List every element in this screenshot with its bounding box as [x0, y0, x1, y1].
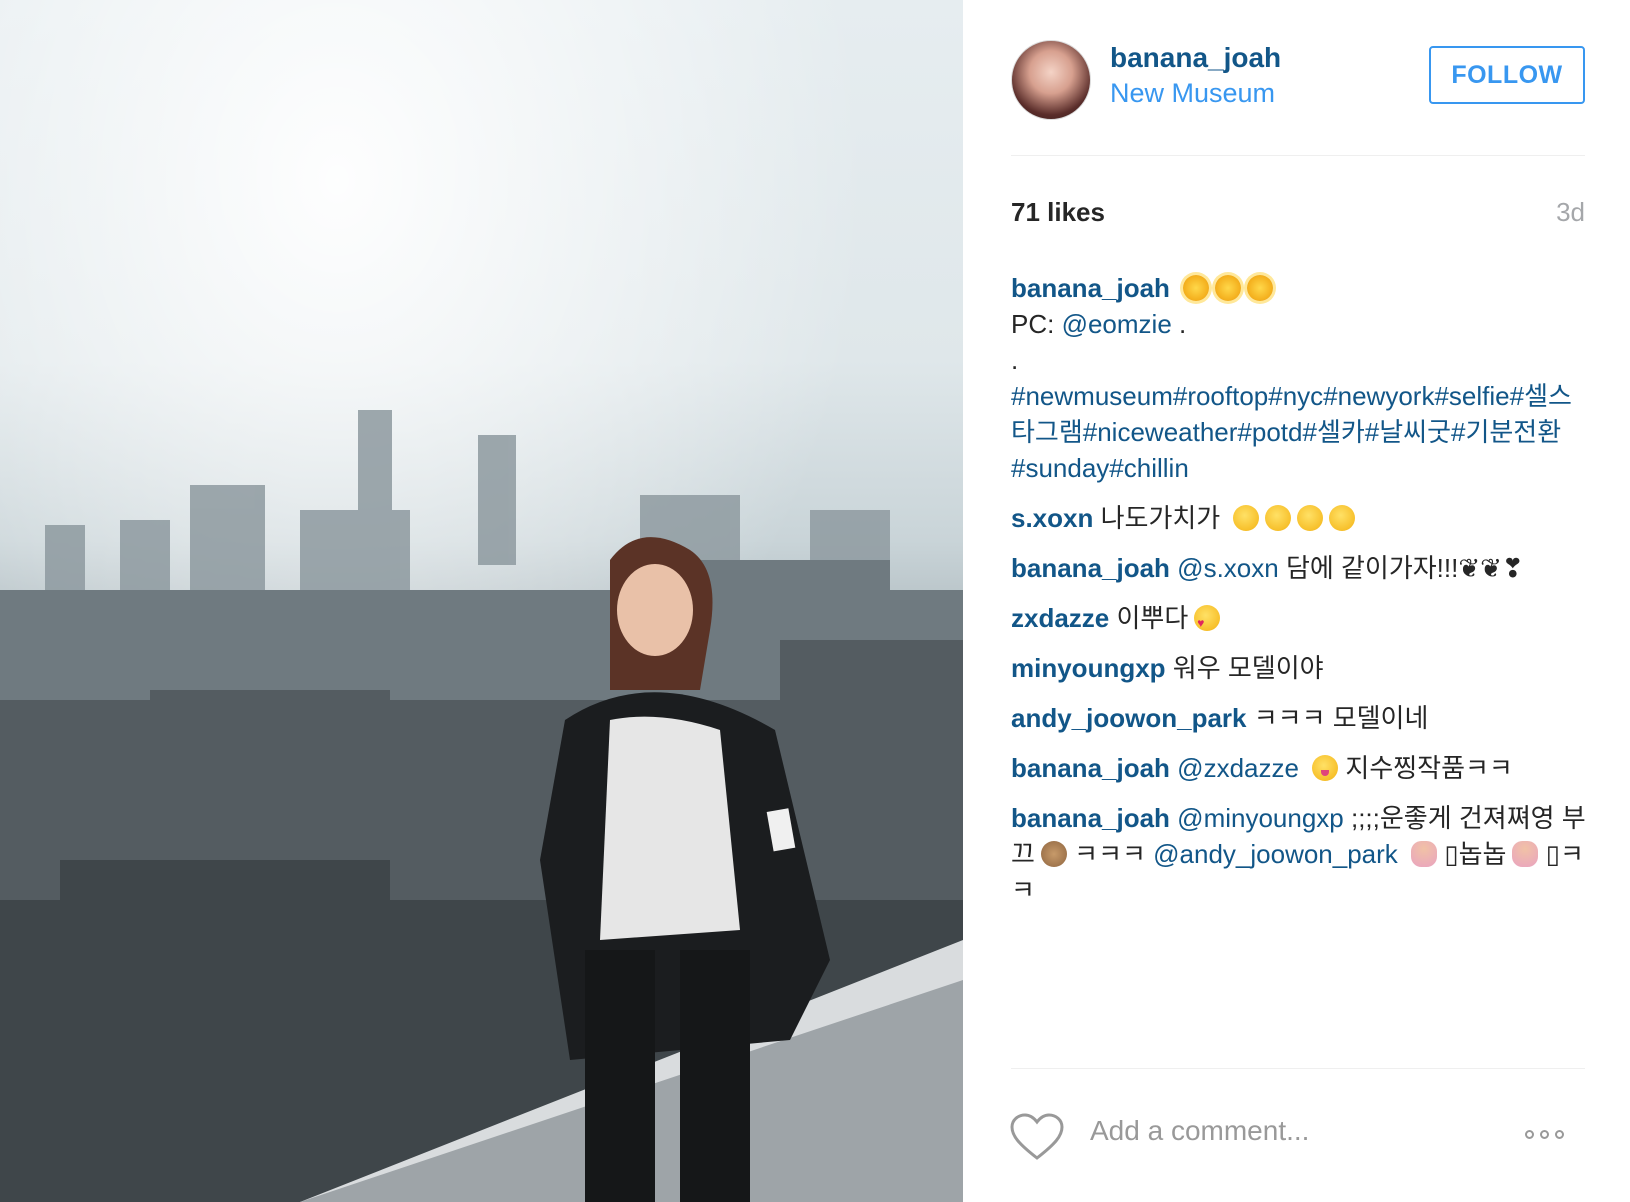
comment-text: 지수찡작품ㅋㅋ — [1338, 753, 1513, 783]
city-rooftop-photo — [0, 0, 963, 1202]
no-gesture-emoji-icon — [1411, 841, 1438, 867]
divider — [1011, 155, 1585, 156]
caption-credit: PC: @eomzie . — [1011, 309, 1187, 339]
comment-text: ㅋㅋㅋ 모델이네 — [1253, 703, 1429, 733]
tongue-emoji-icon — [1312, 755, 1339, 781]
sun-emoji-icon — [1183, 275, 1210, 301]
more-options-icon[interactable] — [1525, 1130, 1564, 1139]
comment-username[interactable]: minyoungxp — [1011, 653, 1166, 683]
comment-item: banana_joah @s.xoxn 담에 같이가자!!!❦❦❣ — [1011, 550, 1591, 586]
comment-username[interactable]: s.xoxn — [1011, 503, 1093, 533]
smile-emoji-icon — [1297, 505, 1324, 531]
sun-emoji-icon — [1247, 275, 1274, 301]
mention-link[interactable]: @s.xoxn — [1177, 553, 1279, 583]
post-age[interactable]: 3d — [1556, 197, 1585, 228]
smile-emoji-icon — [1329, 505, 1356, 531]
post-header: banana_joah New Museum FOLLOW — [1011, 38, 1585, 120]
location-link[interactable]: New Museum — [1110, 78, 1275, 109]
comment-item: zxdazze 이뿌다 — [1011, 600, 1591, 641]
comment-username[interactable]: banana_joah — [1011, 553, 1170, 583]
post-sidebar: banana_joah New Museum FOLLOW 71 likes 3… — [963, 0, 1630, 1202]
mention-link[interactable]: @eomzie — [1062, 309, 1172, 339]
heart-eyes-emoji-icon — [1194, 605, 1221, 641]
comment-username[interactable]: banana_joah — [1011, 753, 1170, 783]
comment-username[interactable]: andy_joowon_park — [1011, 703, 1247, 733]
owner-username[interactable]: banana_joah — [1110, 42, 1281, 74]
mention-link[interactable]: @minyoungxp — [1177, 803, 1344, 833]
smile-emoji-icon — [1265, 505, 1292, 531]
divider — [1011, 1068, 1585, 1069]
comment-text: ▯놉놉 — [1437, 839, 1507, 869]
instagram-post: banana_joah New Museum FOLLOW 71 likes 3… — [0, 0, 1630, 1202]
post-photo[interactable] — [0, 0, 963, 1202]
caption-dot: . — [1011, 345, 1019, 375]
comments-list: banana_joah PC: @eomzie . . #newmuseum#r… — [1011, 270, 1591, 922]
mention-link[interactable]: @andy_joowon_park — [1153, 839, 1398, 869]
comment-text: 워우 모델이야 — [1172, 653, 1324, 683]
sun-emoji-icon — [1215, 275, 1242, 301]
smile-emoji-icon — [1233, 505, 1260, 531]
caption: banana_joah PC: @eomzie . . #newmuseum#r… — [1011, 270, 1591, 486]
comment-item: andy_joowon_park ㅋㅋㅋ 모델이네 — [1011, 700, 1591, 736]
avatar[interactable] — [1011, 40, 1091, 120]
likes-count[interactable]: 71 likes — [1011, 197, 1105, 228]
comment-item: s.xoxn 나도가치가 — [1011, 500, 1591, 536]
comment-username[interactable]: banana_joah — [1011, 803, 1170, 833]
comment-item: minyoungxp 워우 모델이야 — [1011, 650, 1591, 686]
follow-button[interactable]: FOLLOW — [1429, 46, 1585, 104]
comment-text: ㅋㅋㅋ — [1066, 839, 1154, 869]
comment-item: banana_joah @minyoungxp ;;;;운좋게 건져쪄영 부끄 … — [1011, 800, 1591, 908]
no-gesture-emoji-icon — [1512, 841, 1539, 867]
heart-outline-icon — [1010, 1113, 1064, 1160]
comment-text: 담에 같이가자!!!❦❦❣ — [1278, 553, 1524, 583]
caption-username[interactable]: banana_joah — [1011, 273, 1170, 303]
caption-hashtags[interactable]: #newmuseum#rooftop#nyc#newyork#selfie#셀스… — [1011, 378, 1591, 486]
comment-text: 이뿌다 — [1116, 603, 1189, 633]
add-comment-input[interactable] — [1088, 1114, 1512, 1148]
comment-text: 나도가치가 — [1100, 503, 1221, 533]
like-button[interactable] — [1009, 1112, 1065, 1162]
comment-username[interactable]: zxdazze — [1011, 603, 1109, 633]
comment-item: banana_joah @zxdazze 지수찡작품ㅋㅋ — [1011, 750, 1591, 786]
mention-link[interactable]: @zxdazze — [1177, 753, 1299, 783]
see-no-evil-monkey-emoji-icon — [1040, 841, 1067, 867]
